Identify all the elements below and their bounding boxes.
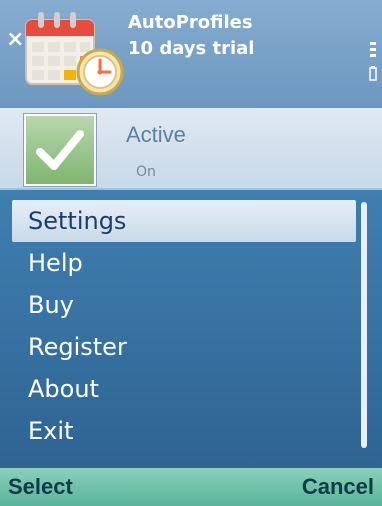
app-name: AutoProfiles: [128, 12, 253, 33]
app-title: AutoProfiles 10 days trial: [128, 10, 254, 62]
menu-item-settings[interactable]: Settings: [12, 200, 356, 242]
select-softkey[interactable]: Select: [8, 474, 73, 500]
softkey-bar: Select Cancel: [0, 468, 382, 506]
app-screen: × AutoProfiles 10 days trial Active On S…: [0, 0, 382, 506]
title-bar: × AutoProfiles 10 days trial: [0, 0, 382, 108]
menu-item-about[interactable]: About: [12, 368, 356, 410]
status-subtitle: On: [136, 164, 156, 180]
check-icon: [24, 114, 96, 186]
signal-indicator-icon: [368, 42, 378, 82]
menu-item-buy[interactable]: Buy: [12, 284, 356, 326]
trial-label: 10 days trial: [128, 38, 255, 59]
menu-item-help[interactable]: Help: [12, 242, 356, 284]
status-row[interactable]: Active On: [0, 108, 382, 190]
options-menu: Settings Help Buy Register About Exit: [0, 188, 382, 468]
menu-item-exit[interactable]: Exit: [12, 410, 356, 452]
cancel-softkey[interactable]: Cancel: [302, 474, 374, 500]
status-title: Active: [126, 122, 186, 147]
calendar-clock-icon: [22, 6, 126, 98]
menu-scrollbar[interactable]: [361, 202, 367, 448]
menu-item-register[interactable]: Register: [12, 326, 356, 368]
menu-list: Settings Help Buy Register About Exit: [12, 200, 356, 452]
